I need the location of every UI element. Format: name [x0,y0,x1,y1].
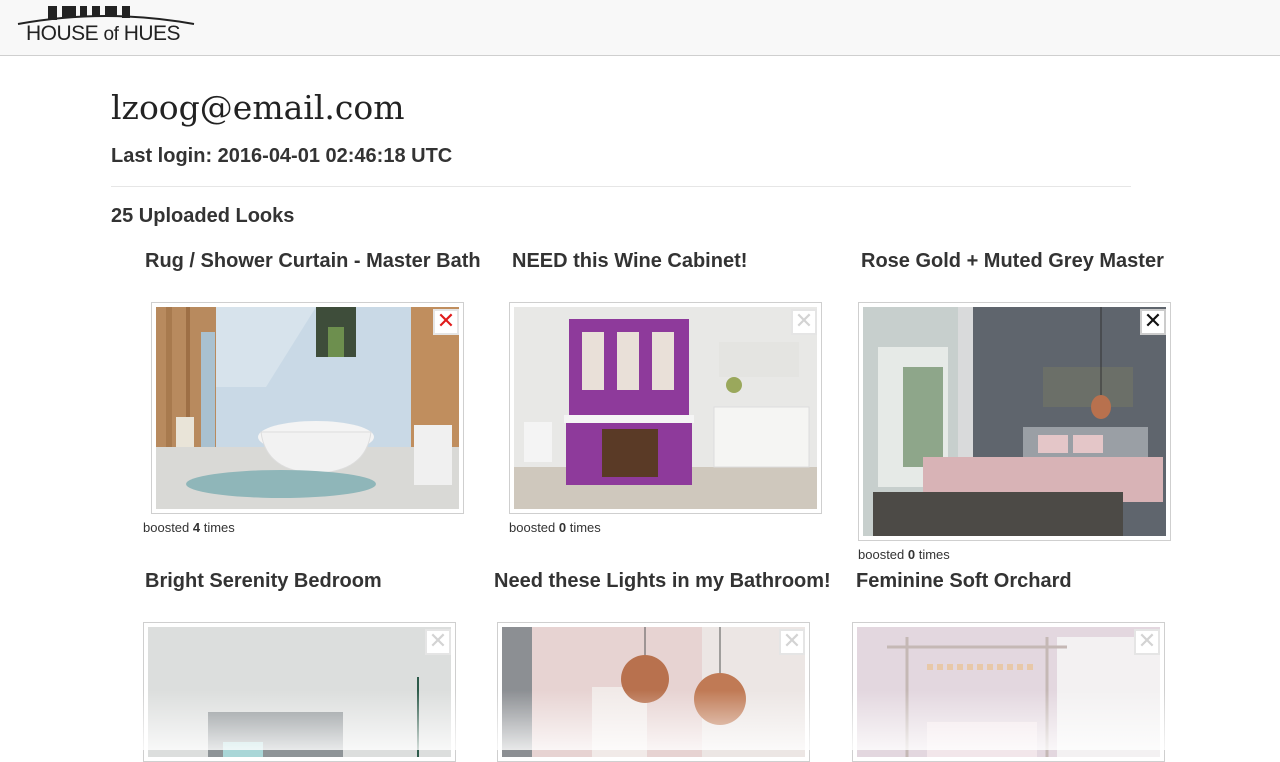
top-navbar: HOUSE of HUES [0,0,1280,56]
bedroom-photo [863,307,1166,536]
close-icon: ✕ [428,629,448,654]
divider [111,186,1131,187]
look-thumbnail[interactable]: ✕ [858,302,1171,541]
boost-count: boosted 4 times [143,520,235,535]
look-thumbnail[interactable]: ✕ [151,302,464,514]
look-title[interactable]: Rose Gold + Muted Grey Master [861,250,1164,273]
close-icon: ✕ [794,309,814,334]
close-icon: ✕ [782,629,802,654]
look-title[interactable]: NEED this Wine Cabinet! [512,250,747,273]
look-thumbnail[interactable]: ✕ [143,622,456,762]
house-of-hues-logo[interactable]: HOUSE of HUES [8,0,195,50]
close-icon: ✕ [1143,309,1163,334]
uploaded-looks-heading: 25 Uploaded Looks [111,205,295,227]
bathroom-photo [156,307,459,509]
look-title[interactable]: Bright Serenity Bedroom [145,570,382,593]
close-icon: ✕ [1137,629,1157,654]
boost-count: boosted 0 times [858,547,950,562]
remove-look-button[interactable]: ✕ [425,629,451,655]
look-thumbnail[interactable]: ✕ [852,622,1165,762]
look-title[interactable]: Feminine Soft Orchard [856,570,1072,593]
look-thumbnail[interactable]: ✕ [497,622,810,762]
remove-look-button[interactable]: ✕ [791,309,817,335]
close-icon: ✕ [436,309,456,334]
remove-look-button[interactable]: ✕ [1140,309,1166,335]
bedroom-photo [148,627,451,757]
user-email: lzoog@email.com [111,88,405,127]
logo-wordmark: HOUSE of HUES [26,22,181,45]
canopy-bedroom-photo [857,627,1160,757]
look-title[interactable]: Rug / Shower Curtain - Master Bath [145,250,481,273]
boost-count: boosted 0 times [509,520,601,535]
remove-look-button[interactable]: ✕ [1134,629,1160,655]
look-title[interactable]: Need these Lights in my Bathroom! [494,570,831,593]
wine-cabinet-photo [514,307,817,509]
remove-look-button[interactable]: ✕ [779,629,805,655]
last-login: Last login: 2016-04-01 02:46:18 UTC [111,145,453,167]
pendant-lights-photo [502,627,805,757]
remove-look-button[interactable]: ✕ [433,309,459,335]
look-thumbnail[interactable]: ✕ [509,302,822,514]
